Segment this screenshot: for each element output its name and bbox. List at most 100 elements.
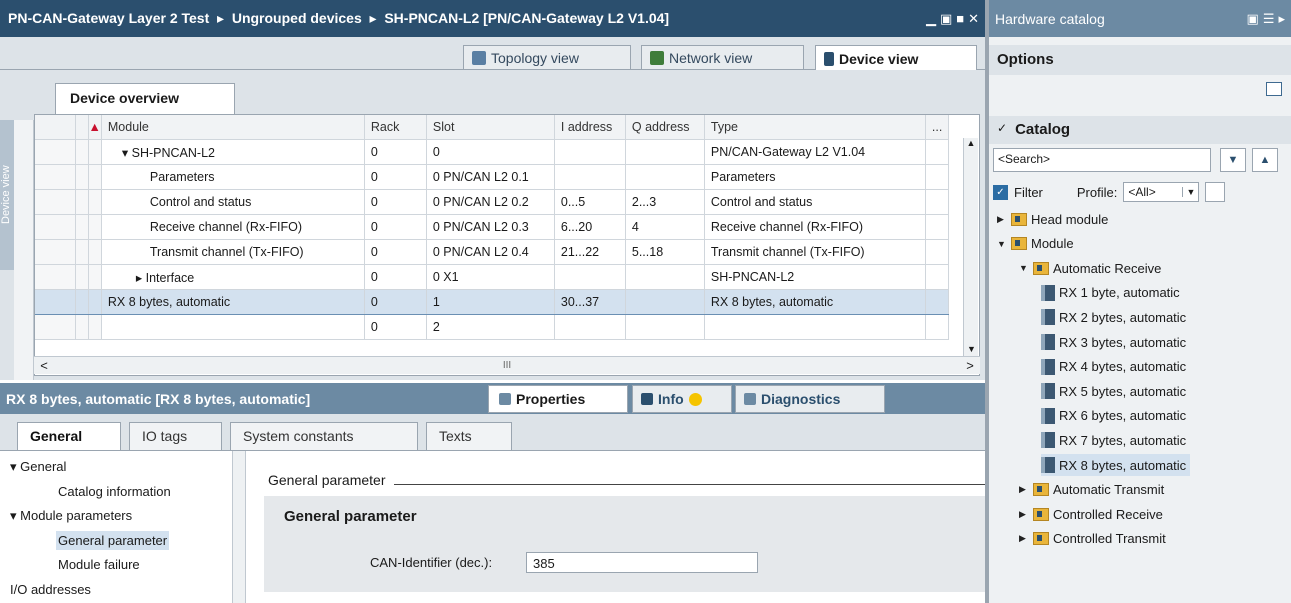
- catalog-module-item[interactable]: RX 5 bytes, automatic: [1041, 380, 1186, 402]
- cell-slot[interactable]: 0: [426, 139, 555, 165]
- cell-q-address[interactable]: 4: [625, 214, 705, 240]
- cell-rack[interactable]: 0: [364, 314, 427, 340]
- catalog-module-item[interactable]: RX 6 bytes, automatic: [1041, 405, 1186, 427]
- row-blank2[interactable]: [75, 214, 89, 240]
- catalog-search-input[interactable]: <Search>: [993, 148, 1211, 172]
- cell-module[interactable]: Receive channel (Rx-FIFO): [101, 214, 365, 240]
- header-type[interactable]: Type: [704, 115, 926, 140]
- nav-item[interactable]: General parameter: [56, 530, 170, 550]
- tab-topology-view[interactable]: Topology view: [463, 45, 631, 69]
- device-view-side-tab[interactable]: Device view: [0, 120, 14, 270]
- row-blank2[interactable]: [75, 189, 89, 215]
- row-blank2[interactable]: [75, 139, 89, 165]
- cell-more[interactable]: [925, 239, 950, 265]
- float-icon[interactable]: ▣: [940, 11, 952, 27]
- table-row[interactable]: Parameters 0 0 PN/CAN L2 0.1 Parameters: [35, 164, 950, 190]
- row-blank2[interactable]: [75, 289, 89, 315]
- maximize-icon[interactable]: ■: [956, 11, 964, 26]
- scroll-up-icon[interactable]: ▲: [964, 138, 978, 148]
- row-left-blank[interactable]: [35, 264, 76, 290]
- tab-general[interactable]: General: [17, 422, 121, 450]
- profile-select[interactable]: <All> ▼: [1123, 182, 1200, 202]
- cell-q-address[interactable]: 2...3: [625, 189, 705, 215]
- row-left-blank[interactable]: [35, 189, 76, 215]
- catalog-folder[interactable]: ▼ Module: [997, 233, 1074, 255]
- row-blank2[interactable]: [75, 164, 89, 190]
- nav-item[interactable]: Module failure: [56, 555, 142, 574]
- scroll-left-icon[interactable]: <: [34, 358, 54, 373]
- cell-type[interactable]: Control and status: [704, 189, 926, 215]
- table-row[interactable]: Control and status 0 0 PN/CAN L2 0.2 0...5 2…: [35, 189, 950, 215]
- row-left-blank[interactable]: [35, 139, 76, 165]
- cell-type[interactable]: Receive channel (Rx-FIFO): [704, 214, 926, 240]
- catalog-module-item[interactable]: RX 4 bytes, automatic: [1041, 356, 1186, 378]
- cell-q-address[interactable]: 5...18: [625, 239, 705, 265]
- cell-type[interactable]: [704, 314, 926, 340]
- search-down-button[interactable]: ▼: [1220, 148, 1246, 172]
- cell-rack[interactable]: 0: [364, 289, 427, 315]
- nav-item[interactable]: ▾ General: [8, 457, 68, 477]
- cell-slot[interactable]: 2: [426, 314, 555, 340]
- row-left-blank[interactable]: [35, 214, 76, 240]
- cell-i-address[interactable]: [554, 264, 626, 290]
- filter-checkbox[interactable]: ✓: [993, 184, 1008, 200]
- scroll-down-icon[interactable]: ▼: [964, 344, 979, 354]
- table-row[interactable]: ▸ Interface 0 0 X1 SH-PNCAN-L2: [35, 264, 950, 290]
- cell-i-address[interactable]: 6...20: [554, 214, 626, 240]
- cell-q-address[interactable]: [625, 164, 705, 190]
- nav-item[interactable]: Catalog information: [56, 482, 173, 501]
- row-status[interactable]: [88, 314, 102, 340]
- cell-module[interactable]: Control and status: [101, 189, 365, 215]
- row-left-blank[interactable]: [35, 314, 76, 340]
- expand-down-icon[interactable]: ▼: [997, 239, 1007, 249]
- cell-more[interactable]: [925, 139, 950, 165]
- cell-type[interactable]: PN/CAN-Gateway L2 V1.04: [704, 139, 926, 165]
- catalog-module-item[interactable]: RX 8 bytes, automatic: [1041, 454, 1191, 476]
- header-rack[interactable]: Rack: [364, 115, 427, 140]
- scroll-right-icon[interactable]: >: [960, 358, 980, 373]
- collapse-icon[interactable]: ▸: [1278, 11, 1285, 27]
- cell-slot[interactable]: 0 PN/CAN L2 0.4: [426, 239, 555, 265]
- row-status[interactable]: [88, 214, 102, 240]
- cell-module[interactable]: ▾ SH-PNCAN-L2: [101, 139, 365, 165]
- expand-right-icon[interactable]: ▶: [1019, 533, 1029, 544]
- pin-icon[interactable]: ▣: [1247, 11, 1259, 27]
- nav-splitter[interactable]: [232, 451, 246, 603]
- catalog-folder[interactable]: ▶ Controlled Receive: [1019, 503, 1163, 525]
- cell-q-address[interactable]: [625, 264, 705, 290]
- header-more[interactable]: ...: [925, 115, 950, 140]
- cell-more[interactable]: [925, 164, 950, 190]
- can-id-input[interactable]: 385: [526, 552, 758, 573]
- table-row[interactable]: 02: [35, 314, 950, 340]
- cell-slot[interactable]: 0 X1: [426, 264, 555, 290]
- cell-type[interactable]: SH-PNCAN-L2: [704, 264, 926, 290]
- cell-more[interactable]: [925, 314, 950, 340]
- close-icon[interactable]: ✕: [968, 11, 979, 27]
- panel-icon[interactable]: ☰: [1263, 11, 1275, 27]
- expand-right-icon[interactable]: ▶: [1019, 509, 1029, 520]
- row-status[interactable]: [88, 239, 102, 265]
- options-header[interactable]: Options: [989, 45, 1291, 75]
- cell-rack[interactable]: 0: [364, 164, 427, 190]
- cell-i-address[interactable]: [554, 314, 626, 340]
- tab-device-overview[interactable]: Device overview: [55, 83, 235, 114]
- tab-texts[interactable]: Texts: [426, 422, 512, 450]
- row-status[interactable]: [88, 139, 102, 165]
- expand-down-icon[interactable]: ▼: [1019, 263, 1029, 273]
- cell-more[interactable]: [925, 264, 950, 290]
- cell-rack[interactable]: 0: [364, 189, 427, 215]
- cell-i-address[interactable]: [554, 139, 626, 165]
- cell-i-address[interactable]: 30...37: [554, 289, 626, 315]
- cell-i-address[interactable]: [554, 164, 626, 190]
- cell-type[interactable]: RX 8 bytes, automatic: [704, 289, 926, 315]
- header-i-address[interactable]: I address: [554, 115, 626, 140]
- catalog-folder[interactable]: ▼ Automatic Receive: [1019, 257, 1161, 279]
- row-status[interactable]: [88, 164, 102, 190]
- table-hscrollbar[interactable]: < III >: [34, 356, 980, 374]
- cell-i-address[interactable]: 0...5: [554, 189, 626, 215]
- cell-module[interactable]: RX 8 bytes, automatic: [101, 289, 365, 315]
- cell-more[interactable]: [925, 289, 950, 315]
- tab-diagnostics[interactable]: Diagnostics: [735, 385, 885, 413]
- tab-device-view[interactable]: Device view: [815, 45, 977, 71]
- cell-slot[interactable]: 0 PN/CAN L2 0.2: [426, 189, 555, 215]
